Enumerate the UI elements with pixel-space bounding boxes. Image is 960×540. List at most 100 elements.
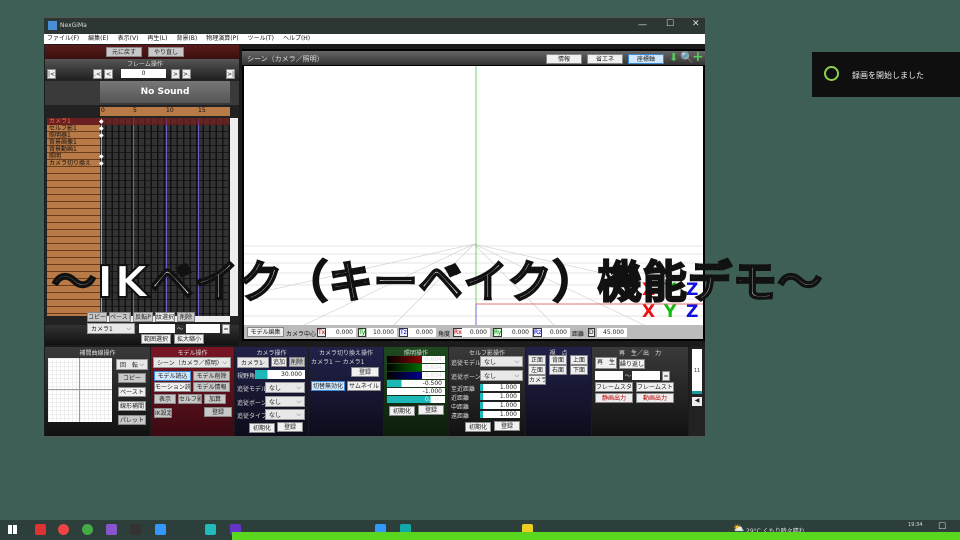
reverse-paste-button[interactable]: 反転P	[133, 312, 153, 322]
camera-init-button[interactable]: 初期化	[249, 423, 275, 433]
switch-register-button[interactable]: 登録	[351, 367, 379, 377]
ik-settings-button[interactable]: IK設定	[154, 408, 172, 418]
taskbar-app-icon[interactable]	[106, 524, 117, 535]
zoom-button[interactable]: 拡大縮小	[174, 334, 204, 344]
next-frame-button[interactable]: >	[171, 69, 180, 79]
palette-button[interactable]: パレット	[118, 415, 146, 425]
model-select[interactable]: シーン（カメラ／照明）	[153, 357, 231, 368]
add-blend-button[interactable]: 加算	[204, 394, 226, 404]
curve-paste-button[interactable]: ペースト	[118, 387, 146, 397]
copy-frames-button[interactable]: コピー	[87, 312, 107, 322]
view-right-button[interactable]: 右面	[549, 365, 567, 375]
speaker-icon[interactable]: ◀	[692, 397, 702, 406]
track-bg-image[interactable]: 背景画像1	[47, 139, 100, 146]
follow-model-select[interactable]: なし	[265, 382, 305, 393]
taskbar-app-icon[interactable]	[82, 524, 93, 535]
frame-input[interactable]: 0	[121, 69, 166, 78]
rz-input[interactable]: 0.000	[542, 328, 570, 337]
redo-button[interactable]: やり直し	[148, 47, 184, 57]
camera-select[interactable]: カメラ1	[87, 323, 135, 334]
notification-center-icon[interactable]: ☐	[938, 522, 946, 532]
show-button[interactable]: 表示	[154, 394, 176, 404]
camera-id-select[interactable]: カメラ1	[237, 357, 269, 368]
light-x[interactable]: -0.500	[387, 380, 445, 387]
volume-slider[interactable]: 11	[692, 349, 702, 394]
rx-input[interactable]: 0.000	[462, 328, 490, 337]
axes-button[interactable]: 座標軸	[628, 54, 664, 64]
keyframe-diamond[interactable]: ◆	[99, 125, 104, 132]
start-button[interactable]	[8, 525, 17, 534]
keyframe-diamond[interactable]: ◆	[99, 132, 104, 139]
track-camera-switch[interactable]: カメラ切り換え	[47, 160, 100, 167]
view-left-button[interactable]: 左面	[528, 365, 546, 375]
play-range-apply[interactable]: =	[662, 371, 670, 381]
menu-physics[interactable]: 物理演算(P)	[206, 34, 238, 44]
prev-key-button[interactable]: .<	[93, 69, 102, 79]
track-light[interactable]: 照明	[47, 153, 100, 160]
camera-register-button[interactable]: 登録	[277, 422, 303, 432]
frame-stop-button[interactable]: フレームストップ	[636, 382, 674, 392]
tz-input[interactable]: 0.000	[408, 328, 436, 337]
menu-file[interactable]: ファイル(F)	[47, 34, 79, 44]
delete-frames-button[interactable]: 削除	[177, 312, 195, 322]
motion-load-button[interactable]: モーション読込	[154, 382, 191, 392]
clock[interactable]: 19:34	[908, 522, 922, 528]
track-bg-movie[interactable]: 背景動画1	[47, 146, 100, 153]
keyframe-diamond[interactable]: ◆	[99, 160, 104, 167]
paste-frames-button[interactable]: ペースト	[109, 312, 131, 322]
model-edit-button[interactable]: モデル編集	[247, 327, 284, 337]
shadow-follow-bone-select[interactable]: なし	[480, 370, 523, 381]
menu-edit[interactable]: 編集(E)	[88, 34, 108, 44]
light-red[interactable]: 0.604	[387, 356, 445, 363]
self-shadow-button[interactable]: セルフ影	[178, 394, 202, 404]
fov-slider[interactable]: 30.000	[255, 370, 305, 379]
light-register-button[interactable]: 登録	[418, 405, 444, 415]
view-camera-button[interactable]: カメラ	[528, 375, 546, 385]
follow-type-select[interactable]: なし	[265, 409, 305, 420]
close-button[interactable]: ✕	[692, 19, 700, 29]
model-delete-button[interactable]: モデル削除	[193, 371, 230, 381]
camera-delete-button[interactable]: 削除	[289, 357, 305, 367]
thumbnail-button[interactable]: サムネイル	[347, 381, 381, 391]
model-info-button[interactable]: モデル情報	[193, 382, 230, 392]
linear-interp-button[interactable]: 線形補間	[118, 401, 146, 411]
minimize-button[interactable]: —	[638, 20, 647, 30]
play-button[interactable]: 再 生	[595, 357, 617, 369]
light-init-button[interactable]: 初期化	[389, 406, 415, 416]
info-button[interactable]: 情報	[546, 54, 582, 64]
light-y[interactable]: -1.000	[387, 388, 445, 395]
keyframe-diamond[interactable]: ◆	[99, 153, 104, 160]
near-most-input[interactable]: 1.000	[480, 384, 520, 391]
menu-view[interactable]: 表示(V)	[118, 34, 139, 44]
keyframe-diamond[interactable]: ◆	[99, 118, 104, 125]
taskbar-app-icon[interactable]	[155, 524, 166, 535]
mid-input[interactable]: 1.000	[480, 402, 520, 409]
move-plus-icon[interactable]: +	[692, 49, 704, 65]
curve-type-select[interactable]: 回 転	[116, 359, 148, 370]
view-front-button[interactable]: 正面	[528, 355, 546, 365]
menu-play[interactable]: 再生(L)	[147, 34, 167, 44]
follow-bone-select[interactable]: なし	[265, 396, 305, 407]
shadow-follow-model-select[interactable]: なし	[480, 356, 523, 367]
curve-editor[interactable]	[48, 358, 112, 422]
play-start-input[interactable]	[595, 371, 623, 380]
light-green[interactable]: 0.604	[387, 364, 445, 371]
switch-disable-button[interactable]: 切替無効化	[311, 381, 345, 391]
menu-tools[interactable]: ツール(T)	[248, 34, 274, 44]
menu-help[interactable]: ヘルプ(H)	[283, 34, 310, 44]
vertical-select-button[interactable]: 紋選択	[155, 312, 175, 322]
first-frame-button[interactable]: |<	[47, 69, 56, 79]
play-end-input[interactable]	[632, 371, 660, 380]
taskbar-app-icon[interactable]	[205, 524, 216, 535]
distance-input[interactable]: 45.000	[597, 328, 627, 337]
frame-start-button[interactable]: フレームスタート	[595, 382, 633, 392]
track-self-shadow[interactable]: セルフ影1	[47, 125, 100, 132]
prev-frame-button[interactable]: <	[104, 69, 113, 79]
view-bottom-button[interactable]: 下面	[570, 365, 588, 375]
track-camera[interactable]: カメラ1	[47, 118, 100, 125]
taskbar-app-icon[interactable]	[35, 524, 46, 535]
shadow-init-button[interactable]: 初期化	[465, 422, 491, 432]
undo-button[interactable]: 元に戻す	[106, 47, 142, 57]
far-input[interactable]: 1.000	[480, 411, 520, 418]
ry-input[interactable]: 0.000	[502, 328, 532, 337]
